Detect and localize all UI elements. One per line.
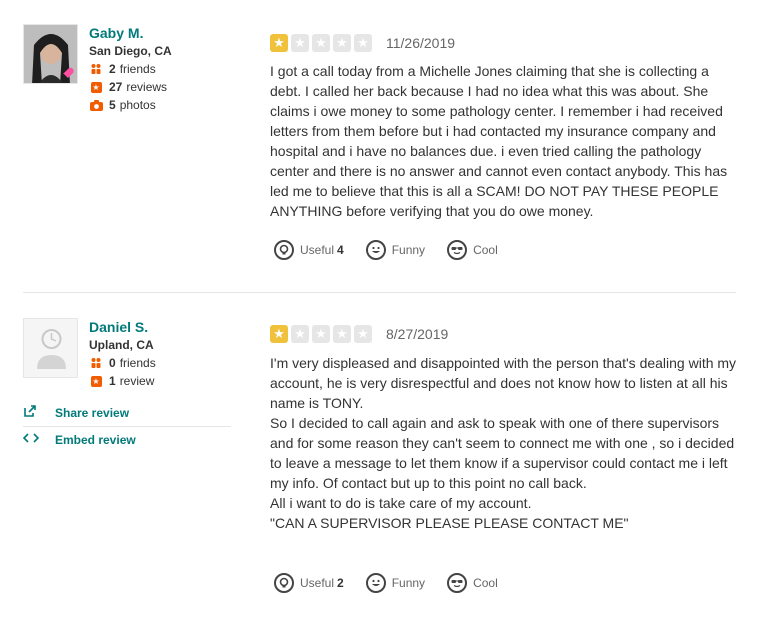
review-star-icon: ★ (90, 375, 102, 387)
star-icon: ★ (354, 34, 372, 52)
lightbulb-icon (274, 573, 294, 593)
star-icon: ★ (333, 325, 351, 343)
cool-button[interactable]: Cool (447, 573, 498, 593)
star-icon: ★ (333, 34, 351, 52)
photos-label: photos (119, 98, 156, 112)
star-rating: ★ ★ ★ ★ ★ (270, 325, 372, 343)
star-icon: ★ (270, 325, 288, 343)
useful-button[interactable]: Useful 4 (274, 240, 344, 260)
photos-stat: 5 photos (89, 96, 172, 114)
reviews-stat: ★ 27 reviews (89, 78, 172, 96)
review-star-icon: ★ (90, 81, 102, 93)
star-icon: ★ (312, 34, 330, 52)
vote-buttons: Useful 4 Funny Cool (274, 240, 498, 260)
friends-icon (89, 62, 103, 76)
photos-count: 5 (109, 98, 116, 112)
review-paragraph: So I decided to call again and ask to sp… (270, 415, 735, 491)
useful-count: 4 (337, 243, 344, 257)
embed-review-link[interactable]: Embed review (22, 431, 231, 448)
camera-icon (89, 98, 103, 112)
funny-button[interactable]: Funny (365, 573, 426, 593)
user-location: San Diego, CA (89, 44, 172, 58)
user-name[interactable]: Daniel S. (89, 318, 156, 336)
action-divider (23, 426, 231, 427)
star-icon: ★ (312, 325, 330, 343)
friends-count: 2 (109, 62, 116, 76)
share-review-label: Share review (55, 405, 130, 420)
friends-label: friends (119, 356, 156, 370)
friends-icon (89, 356, 103, 370)
review-paragraph: I'm very displeased and disappointed wit… (270, 355, 737, 411)
review-date: 11/26/2019 (386, 35, 456, 51)
sunglasses-icon (447, 240, 468, 260)
friends-stat: 2 friends (89, 60, 172, 78)
embed-code-icon (22, 431, 43, 448)
star-icon: ★ (291, 34, 309, 52)
funny-button[interactable]: Funny (365, 240, 426, 260)
user-avatar[interactable] (23, 24, 78, 84)
user-avatar[interactable] (23, 318, 78, 378)
useful-label: Useful (300, 576, 335, 590)
star-rating: ★ ★ ★ ★ ★ (270, 34, 372, 52)
cool-label: Cool (473, 576, 498, 590)
embed-review-label: Embed review (55, 432, 136, 447)
cool-label: Cool (473, 243, 498, 257)
star-icon: ★ (354, 325, 372, 343)
reviews-stat: ★ 1 review (89, 372, 156, 390)
review-divider (23, 292, 736, 293)
reviews-count: 27 (109, 80, 123, 94)
sunglasses-icon (447, 573, 468, 593)
smile-icon (365, 240, 386, 260)
user-info: Gaby M. San Diego, CA 2 friends ★ 27 rev… (89, 24, 172, 114)
cool-button[interactable]: Cool (447, 240, 498, 260)
funny-label: Funny (391, 576, 426, 590)
friends-label: friends (119, 62, 156, 76)
review-text: I got a call today from a Michelle Jones… (270, 61, 740, 221)
user-location: Upland, CA (89, 338, 154, 352)
reviews-label: reviews (126, 80, 168, 94)
useful-button[interactable]: Useful 2 (274, 573, 344, 593)
friends-stat: 0 friends (89, 354, 156, 372)
friends-count: 0 (109, 356, 116, 370)
review-paragraph: All i want to do is take care of my acco… (270, 495, 532, 511)
share-review-link[interactable]: Share review (23, 404, 231, 421)
lightbulb-icon (274, 240, 294, 260)
useful-label: Useful (300, 243, 335, 257)
review-text: I'm very displeased and disappointed wit… (270, 353, 740, 533)
reviews-label: review (119, 374, 155, 388)
smile-icon (365, 573, 386, 593)
review-paragraph: I got a call today from a Michelle Jones… (270, 63, 728, 219)
useful-count: 2 (337, 576, 344, 590)
vote-buttons: Useful 2 Funny Cool (274, 573, 498, 593)
star-icon: ★ (270, 34, 288, 52)
share-icon (23, 404, 43, 421)
review-paragraph: "CAN A SUPERVISOR PLEASE PLEASE CONTACT … (270, 515, 629, 531)
reviews-count: 1 (109, 374, 116, 388)
avatar-photo-icon (24, 25, 77, 83)
star-icon: ★ (291, 325, 309, 343)
funny-label: Funny (391, 243, 426, 257)
user-info: Daniel S. Upland, CA 0 friends ★ 1 revie… (89, 318, 156, 390)
user-name[interactable]: Gaby M. (89, 24, 172, 42)
review-date: 8/27/2019 (386, 326, 449, 342)
default-user-icon (37, 329, 66, 369)
